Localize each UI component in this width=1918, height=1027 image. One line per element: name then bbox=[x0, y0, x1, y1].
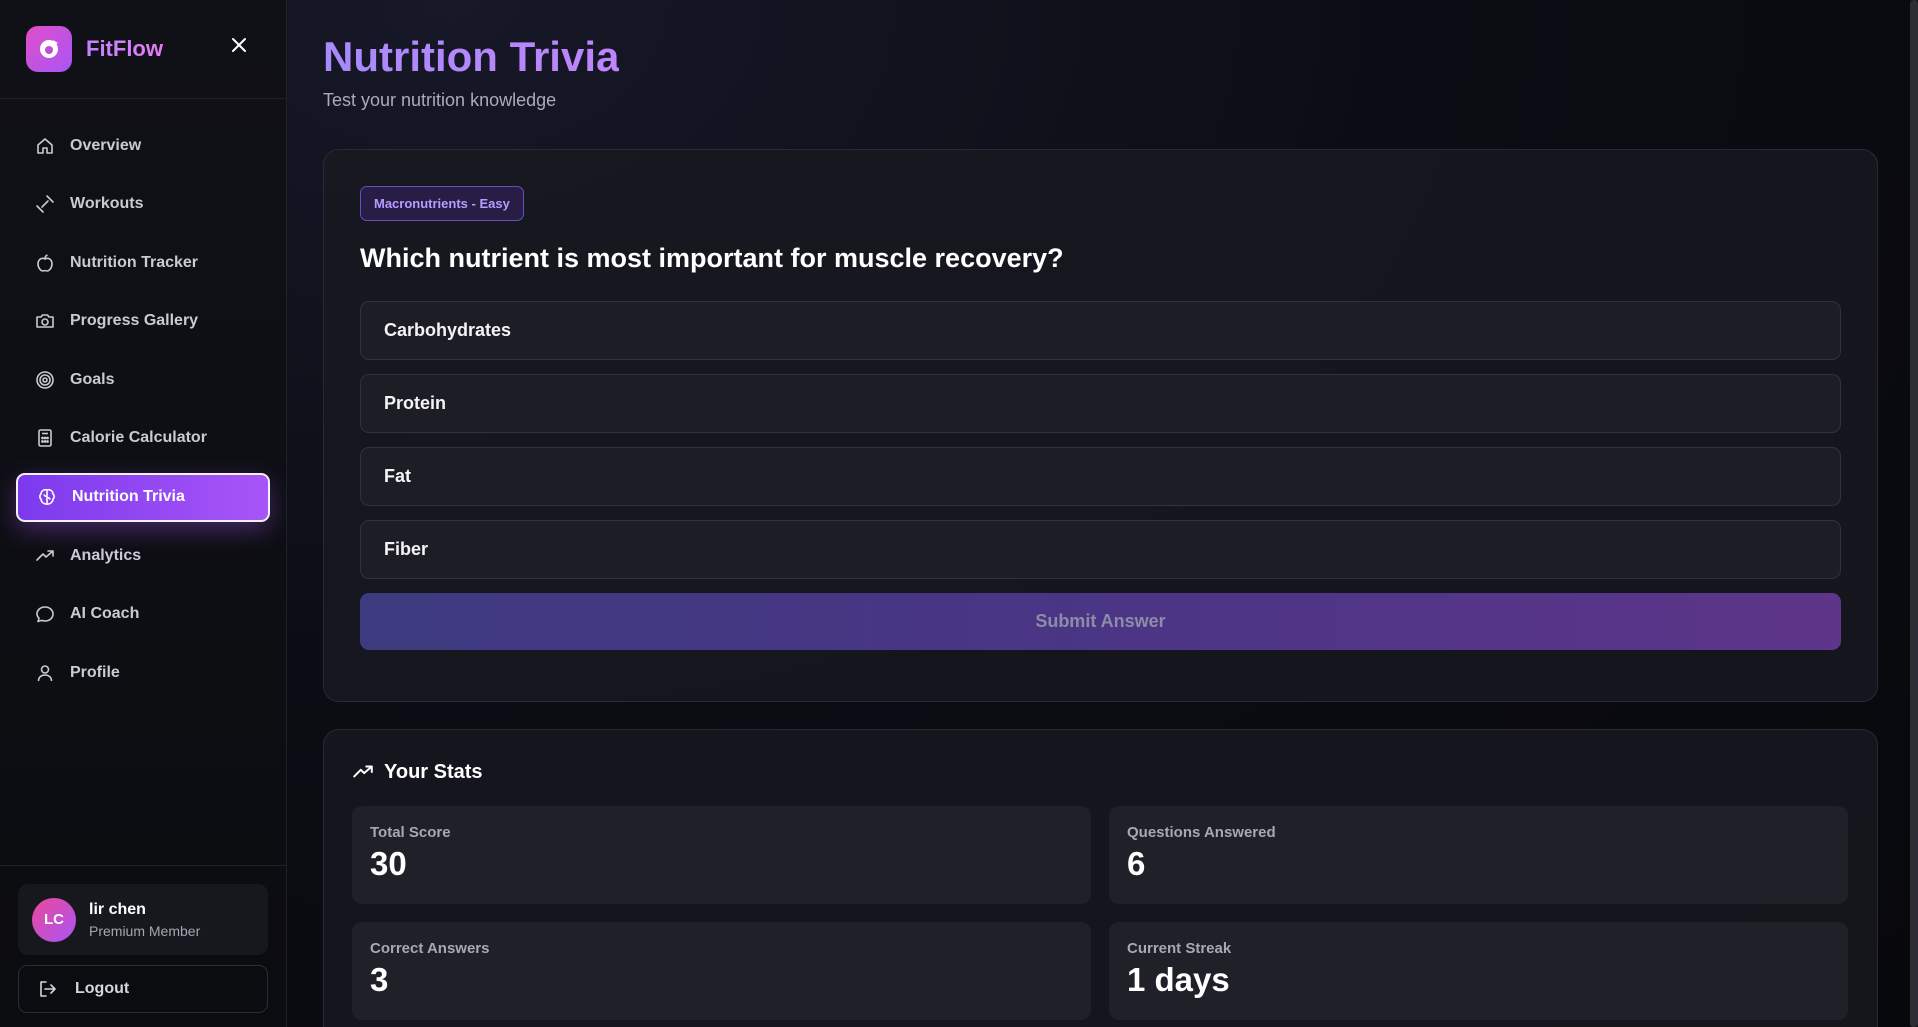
user-card[interactable]: LC lir chen Premium Member bbox=[18, 884, 268, 955]
stats-header: Your Stats bbox=[352, 760, 1849, 784]
stat-current-streak: Current Streak 1 days bbox=[1109, 922, 1848, 1020]
category-badge: Macronutrients - Easy bbox=[360, 186, 524, 221]
answer-options: Carbohydrates Protein Fat Fiber bbox=[360, 301, 1841, 579]
sidebar-item-label: Analytics bbox=[70, 546, 142, 564]
user-icon bbox=[34, 662, 56, 684]
stat-value: 1 days bbox=[1127, 961, 1230, 998]
sidebar-item-label: Calorie Calculator bbox=[70, 429, 207, 447]
apple-icon bbox=[34, 252, 56, 274]
stat-value: 6 bbox=[1127, 845, 1146, 882]
answer-option[interactable]: Carbohydrates bbox=[360, 301, 1841, 360]
sidebar-item-analytics[interactable]: Analytics bbox=[16, 531, 270, 580]
trending-up-icon bbox=[352, 760, 376, 784]
sidebar-item-label: Nutrition Tracker bbox=[70, 253, 199, 271]
quiz-card: Macronutrients - Easy Which nutrient is … bbox=[323, 149, 1878, 702]
sidebar-item-nutrition-tracker[interactable]: Nutrition Tracker bbox=[16, 238, 270, 287]
sidebar-item-workouts[interactable]: Workouts bbox=[16, 180, 270, 229]
stat-correct-answers: Correct Answers 3 bbox=[352, 922, 1091, 1020]
sidebar-item-calorie-calculator[interactable]: Calorie Calculator bbox=[16, 414, 270, 463]
stats-grid: Total Score 30 Questions Answered 6 Corr… bbox=[352, 806, 1849, 1020]
sidebar-footer: LC lir chen Premium Member Logout bbox=[0, 865, 286, 1027]
stat-label: Current Streak bbox=[1127, 940, 1232, 957]
sidebar-item-label: AI Coach bbox=[70, 605, 140, 623]
sidebar-nav: Overview Workouts Nutrition Tracker Prog… bbox=[0, 99, 286, 865]
user-role: Premium Member bbox=[89, 922, 201, 939]
target-icon bbox=[34, 369, 56, 391]
page-subtitle: Test your nutrition knowledge bbox=[323, 90, 557, 110]
logout-icon bbox=[37, 978, 59, 1000]
home-icon bbox=[34, 135, 56, 157]
main-content: Nutrition Trivia Test your nutrition kno… bbox=[287, 0, 1918, 1027]
logout-button[interactable]: Logout bbox=[18, 965, 268, 1013]
stat-questions-answered: Questions Answered 6 bbox=[1109, 806, 1848, 904]
stats-title: Your Stats bbox=[384, 760, 483, 783]
calculator-icon bbox=[34, 427, 56, 449]
sidebar-item-ai-coach[interactable]: AI Coach bbox=[16, 590, 270, 639]
close-sidebar-button[interactable] bbox=[228, 34, 250, 56]
user-name: lir chen bbox=[89, 900, 146, 918]
sidebar-item-label: Overview bbox=[70, 136, 142, 154]
close-icon bbox=[232, 38, 246, 52]
dumbbell-icon bbox=[34, 193, 56, 215]
answer-option[interactable]: Fiber bbox=[360, 520, 1841, 579]
sidebar-item-progress-gallery[interactable]: Progress Gallery bbox=[16, 297, 270, 346]
sidebar: FitFlow Overview Workouts Nutrition Trac… bbox=[0, 0, 287, 1027]
page-title: Nutrition Trivia bbox=[323, 33, 620, 80]
sidebar-item-nutrition-trivia[interactable]: Nutrition Trivia bbox=[16, 472, 270, 522]
scrollbar[interactable] bbox=[1910, 0, 1918, 1027]
stat-label: Questions Answered bbox=[1127, 824, 1276, 841]
brand-name[interactable]: FitFlow bbox=[86, 36, 163, 62]
sidebar-item-label: Profile bbox=[70, 663, 120, 681]
submit-answer-button[interactable]: Submit Answer bbox=[360, 593, 1841, 650]
logout-label: Logout bbox=[75, 980, 130, 997]
avatar: LC bbox=[32, 897, 76, 942]
app-root: FitFlow Overview Workouts Nutrition Trac… bbox=[0, 0, 1918, 1027]
sidebar-item-goals[interactable]: Goals bbox=[16, 355, 270, 404]
brand-header: FitFlow bbox=[0, 0, 286, 99]
brain-icon bbox=[36, 486, 58, 508]
sidebar-item-label: Workouts bbox=[70, 195, 144, 213]
sidebar-item-profile[interactable]: Profile bbox=[16, 648, 270, 697]
stat-label: Correct Answers bbox=[370, 940, 490, 957]
stat-value: 3 bbox=[370, 961, 389, 998]
sidebar-item-label: Progress Gallery bbox=[70, 312, 199, 330]
user-info: lir chen Premium Member bbox=[89, 901, 200, 939]
sidebar-item-label: Nutrition Trivia bbox=[72, 488, 185, 506]
sidebar-item-overview[interactable]: Overview bbox=[16, 121, 270, 170]
question-text: Which nutrient is most important for mus… bbox=[360, 243, 1064, 273]
sidebar-item-label: Goals bbox=[70, 370, 115, 388]
answer-option[interactable]: Fat bbox=[360, 447, 1841, 506]
camera-icon bbox=[34, 310, 56, 332]
stats-card: Your Stats Total Score 30 Questions Answ… bbox=[323, 729, 1878, 1027]
trending-up-icon bbox=[34, 545, 56, 567]
answer-option[interactable]: Protein bbox=[360, 374, 1841, 433]
stat-label: Total Score bbox=[370, 824, 451, 841]
stat-total-score: Total Score 30 bbox=[352, 806, 1091, 904]
fitflow-logo-icon bbox=[26, 26, 72, 72]
chat-bubble-icon bbox=[34, 603, 56, 625]
stat-value: 30 bbox=[370, 845, 407, 882]
